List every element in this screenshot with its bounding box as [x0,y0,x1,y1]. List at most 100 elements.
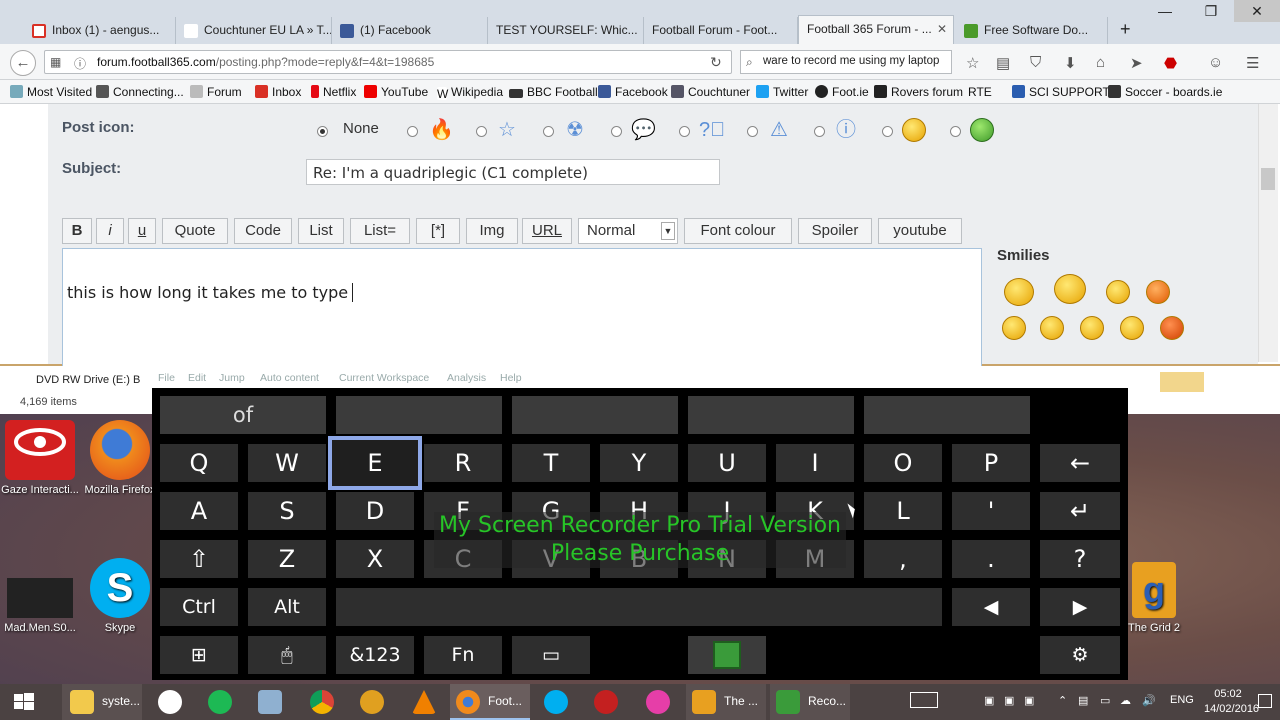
battery-icon[interactable]: ▭ [1100,694,1110,707]
bookmark-item[interactable]: Most Visited [10,85,92,99]
enter-key[interactable]: ↵ [1040,492,1120,530]
img-button[interactable]: Img [466,218,518,244]
spotify-icon[interactable] [208,690,232,714]
subject-input[interactable]: Re: I'm a quadriplegic (C1 complete) [306,159,720,185]
maximize-button[interactable]: ❐ [1188,0,1234,22]
download-arrow-icon[interactable]: ⬇ [1064,54,1077,72]
control-panel-icon[interactable] [258,690,282,714]
key-o[interactable]: O [864,444,942,482]
home-icon[interactable]: ⌂ [1096,54,1105,71]
font-colour-button[interactable]: Font colour [684,218,792,244]
italic-button[interactable]: i [96,218,124,244]
smiley-icon[interactable] [1120,316,1144,340]
quote-button[interactable]: Quote [162,218,228,244]
tray-icon[interactable]: ▣ [1024,694,1034,707]
settings-key[interactable]: ⚙ [1040,636,1120,674]
chat-icon[interactable]: ☺ [1208,54,1223,71]
smiley-icon[interactable] [1106,280,1130,304]
taskbar-firefox[interactable]: Foot... [450,684,530,720]
smiley-icon[interactable] [1080,316,1104,340]
dvd-drive-label[interactable]: DVD RW Drive (E:) B [36,374,140,386]
search-input[interactable]: ware to record me using my laptop [740,50,952,74]
post-icon-radio[interactable] [407,126,418,137]
post-icon-radio[interactable] [950,126,961,137]
smiley-icon[interactable] [1160,316,1184,340]
key-w[interactable]: W [248,444,326,482]
send-icon[interactable]: ➤ [1130,54,1143,72]
font-size-select[interactable]: Normal ▼ [578,218,678,244]
volume-icon[interactable]: 🔊 [1142,694,1156,707]
key-apostrophe[interactable]: ' [952,492,1030,530]
close-tab-icon[interactable]: ✕ [937,22,947,36]
backspace-key[interactable]: ← [1040,444,1120,482]
reading-list-icon[interactable]: ▤ [996,54,1010,72]
suggestion-2[interactable] [336,396,502,434]
taskbar-grid2[interactable]: The ... [686,684,766,720]
suggestion-5[interactable] [864,396,1030,434]
bookmark-item[interactable]: Facebook [598,85,668,99]
bookmark-item[interactable]: Forum [190,85,242,99]
bookmark-item[interactable]: SUPPORT [1052,85,1110,99]
bookmark-item[interactable]: Soccer - boards.ie [1108,85,1222,99]
tab-couchtuner[interactable]: Couchtuner EU LA » T... [176,17,332,44]
list-button[interactable]: List [298,218,344,244]
key-comma[interactable]: , [864,540,942,578]
taskbar-recorder[interactable]: Reco... [770,684,850,720]
key-x[interactable]: X [336,540,414,578]
post-icon-radio-none[interactable] [317,126,328,137]
desktop-icon-gaze[interactable]: Gaze Interacti... [0,420,80,496]
tray-icon[interactable]: ▣ [1004,694,1014,707]
smiley-icon[interactable] [1054,274,1086,304]
bookmark-item[interactable]: Twitter [756,85,808,99]
pocket-icon[interactable]: ⛉ [1030,54,1041,71]
taskbar-explorer[interactable]: syste... [62,684,142,720]
menu-current-workspace[interactable]: Current Workspace [339,372,429,384]
bookmark-item[interactable]: Inbox [255,85,301,99]
bookmark-item[interactable]: Rovers forum [874,85,963,99]
key-y[interactable]: Y [600,444,678,482]
smiley-icon[interactable] [1004,278,1034,306]
keyboard-tray-icon[interactable] [910,692,938,708]
language-indicator[interactable]: ENG [1170,694,1194,706]
bookmark-item[interactable]: W Wikipedia [437,85,503,101]
scrollbar-thumb[interactable] [1261,168,1275,190]
smiley-icon[interactable] [1146,280,1170,304]
post-icon-radio[interactable] [747,126,758,137]
key-p[interactable]: P [952,444,1030,482]
minimize-button[interactable]: — [1142,0,1188,22]
spoiler-button[interactable]: Spoiler [798,218,872,244]
tab-football365[interactable]: Football 365 Forum - ... ✕ [798,15,954,44]
skype-icon[interactable] [544,690,568,714]
suggestion-3[interactable] [512,396,678,434]
back-icon[interactable]: ← [10,50,36,76]
space-key[interactable] [336,588,942,626]
tray-icon[interactable]: ▣ [984,694,994,707]
list-equals-button[interactable]: List= [350,218,410,244]
menu-icon[interactable]: ☰ [1246,54,1259,72]
soccer-ball-icon[interactable] [158,690,182,714]
post-icon-radio[interactable] [679,126,690,137]
onedrive-icon[interactable]: ☁ [1120,694,1131,707]
underline-button[interactable]: u [128,218,156,244]
key-a[interactable]: A [160,492,238,530]
desktop-icon-skype[interactable]: S Skype [80,558,160,634]
window-switch-key[interactable]: ▭ [512,636,590,674]
code-button[interactable]: Code [234,218,292,244]
url-button[interactable]: URL [522,218,572,244]
bookmark-item[interactable]: Foot.ie [815,85,869,99]
reload-icon[interactable]: ↻ [710,54,722,71]
post-icon-radio[interactable] [882,126,893,137]
suggestion-1[interactable]: of [160,396,326,434]
key-t[interactable]: T [512,444,590,482]
clock[interactable]: 05:02 14/02/2016 [1204,687,1259,717]
alt-key[interactable]: Alt [248,588,326,626]
numbers-key[interactable]: &123 [336,636,414,674]
smiley-icon[interactable] [1002,316,1026,340]
tab-facebook[interactable]: (1) Facebook [332,17,488,44]
network-icon[interactable]: ▤ [1078,694,1088,707]
youtube-button[interactable]: youtube [878,218,962,244]
key-u[interactable]: U [688,444,766,482]
bold-button[interactable]: B [62,218,92,244]
vlc-icon[interactable] [412,690,436,714]
url-bar[interactable]: forum.football365.com/posting.php?mode=r… [44,50,732,74]
